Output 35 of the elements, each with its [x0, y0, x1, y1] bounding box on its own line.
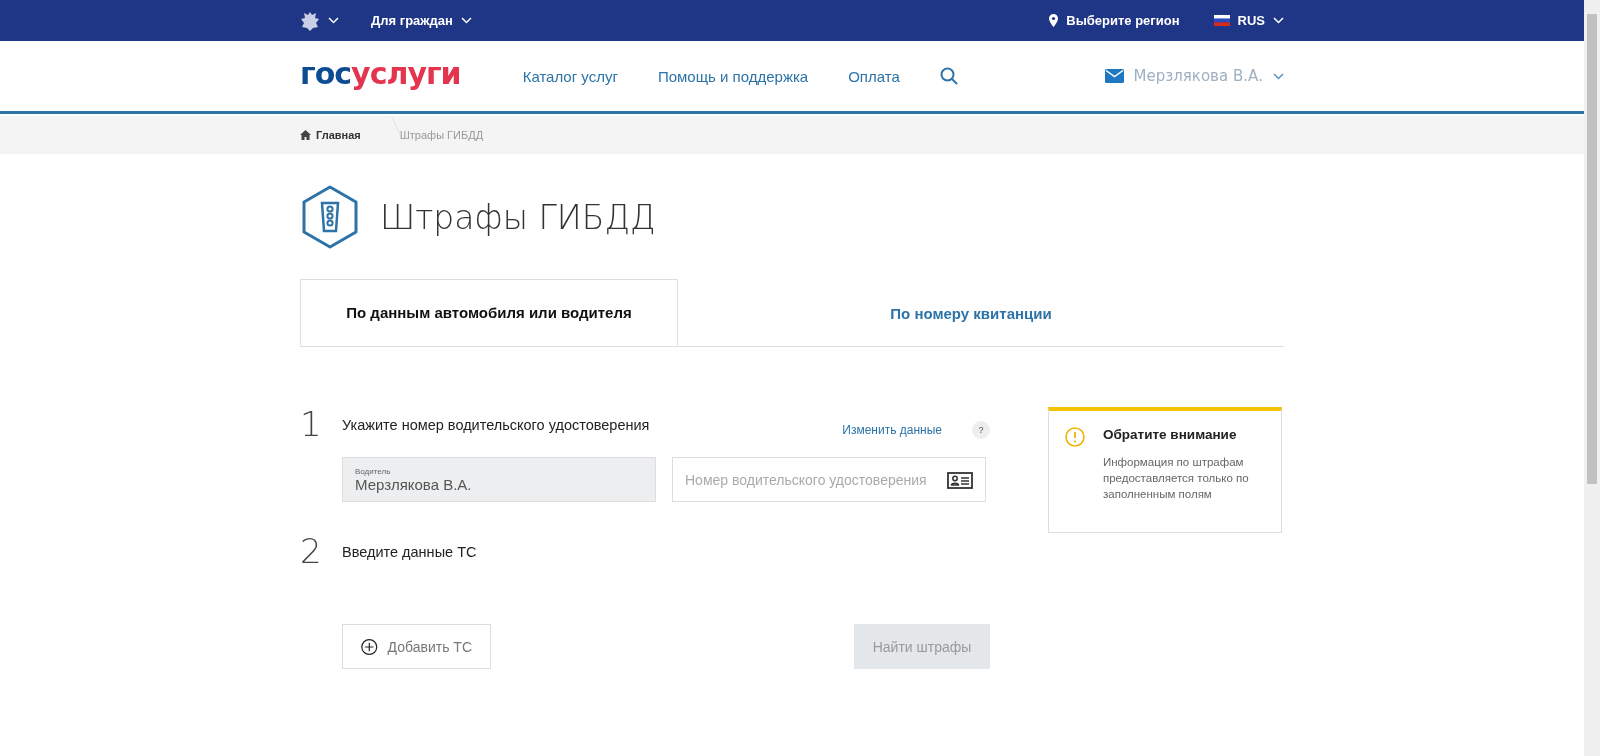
- notice-text: Информация по штрафам предоставляется только по заполненным полям: [1103, 455, 1250, 502]
- help-icon[interactable]: ?: [972, 421, 990, 439]
- nav-link[interactable]: Оплата: [848, 67, 900, 85]
- warning-icon: [1065, 427, 1085, 447]
- id-card-icon: [947, 472, 973, 489]
- chevron-icon: [1273, 17, 1284, 24]
- license-number-field[interactable]: Номер водительского удостоверения: [672, 457, 986, 502]
- gosuslugi-logo[interactable]: госуслуги: [300, 55, 461, 91]
- notice-title: Обратите внимание: [1103, 427, 1238, 442]
- search-icon[interactable]: [939, 67, 958, 85]
- region-selector[interactable]: Выберите регион: [1049, 13, 1180, 28]
- chevron-icon: [328, 17, 339, 24]
- envelope-icon: [1104, 69, 1124, 83]
- plus-circle-icon: [361, 636, 378, 657]
- step-title: Введите данные ТС: [342, 544, 478, 560]
- nav-link[interactable]: Каталог услуг: [522, 67, 618, 85]
- tab[interactable]: По номеру квитанции: [678, 279, 1264, 346]
- edit-data-link[interactable]: Изменить данные: [842, 423, 942, 437]
- russian-flag-icon: [1213, 15, 1230, 26]
- breadcrumb-link[interactable]: Главная: [300, 129, 361, 141]
- chevron-icon: [1273, 72, 1284, 80]
- traffic-light-icon: [300, 185, 360, 249]
- nav-link[interactable]: Помощь и поддержка: [657, 67, 809, 85]
- page-title: Штрафы ГИБДД: [380, 197, 656, 237]
- chevron-icon: [460, 17, 472, 24]
- tab[interactable]: По данным автомобиля или водителя: [300, 279, 678, 346]
- audience-menu[interactable]: Для граждан: [371, 13, 472, 28]
- language-selector[interactable]: RUS: [1213, 13, 1284, 28]
- add-vehicle-button[interactable]: Добавить ТС: [342, 624, 491, 669]
- location-pin-icon: [1049, 14, 1059, 27]
- step-number: 1: [300, 407, 323, 441]
- step-number: 2: [300, 534, 323, 568]
- home-icon: [300, 130, 311, 140]
- scrollbar-thumb[interactable]: [1587, 14, 1597, 484]
- step-title: Укажите номер водительского удостоверения: [342, 417, 651, 433]
